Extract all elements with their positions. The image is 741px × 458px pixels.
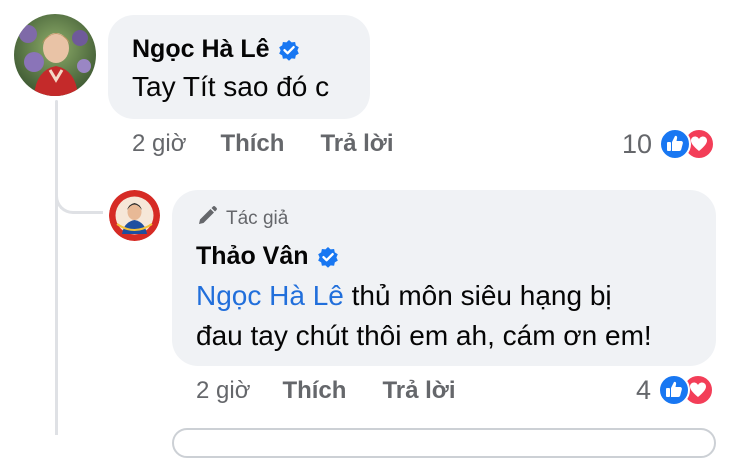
reply-author[interactable]: Thảo Vân: [196, 242, 339, 271]
mention-link[interactable]: Ngọc Hà Lê: [196, 280, 344, 311]
author-badge: Tác giả: [196, 205, 288, 233]
comment-actions: 2 giờ Thích Trả lời: [132, 130, 394, 158]
reply-reaction-count: 4: [636, 374, 652, 405]
like-reaction-icon: [658, 374, 691, 406]
comment-reactions[interactable]: 10: [622, 127, 718, 161]
reaction-count: 10: [622, 128, 653, 159]
reply-like-button[interactable]: Thích: [282, 377, 346, 405]
reply-composer-input[interactable]: [172, 428, 716, 458]
comment-author[interactable]: Ngọc Hà Lê: [132, 35, 300, 64]
reply-reply-button[interactable]: Trả lời: [382, 377, 455, 405]
verified-badge-icon: [278, 39, 300, 61]
reply-reactions[interactable]: 4: [636, 373, 717, 407]
avatar-commenter[interactable]: [14, 14, 96, 96]
thread-line-continued: [55, 214, 58, 435]
author-badge-label: Tác giả: [226, 208, 289, 229]
comment-bubble: Ngọc Hà Lê Tay Tít sao đó c: [108, 15, 370, 119]
reply-text-line-1: Ngọc Hà Lê thủ môn siêu hạng bị: [196, 280, 612, 311]
thread-connector: [55, 170, 103, 214]
like-reaction-icon: [659, 128, 692, 160]
comment-time[interactable]: 2 giờ: [132, 130, 186, 158]
comment-text: Tay Tít sao đó c: [132, 71, 330, 102]
like-button[interactable]: Thích: [220, 130, 284, 158]
reply-button[interactable]: Trả lời: [320, 130, 393, 158]
reply-actions: 2 giờ Thích Trả lời: [196, 377, 456, 405]
avatar-author[interactable]: [109, 190, 160, 241]
reply-time[interactable]: 2 giờ: [196, 377, 250, 405]
pencil-icon: [196, 205, 218, 233]
verified-badge-icon: [317, 246, 339, 268]
reply-text-line-2: đau tay chút thôi em ah, cám ơn em!: [196, 320, 652, 351]
